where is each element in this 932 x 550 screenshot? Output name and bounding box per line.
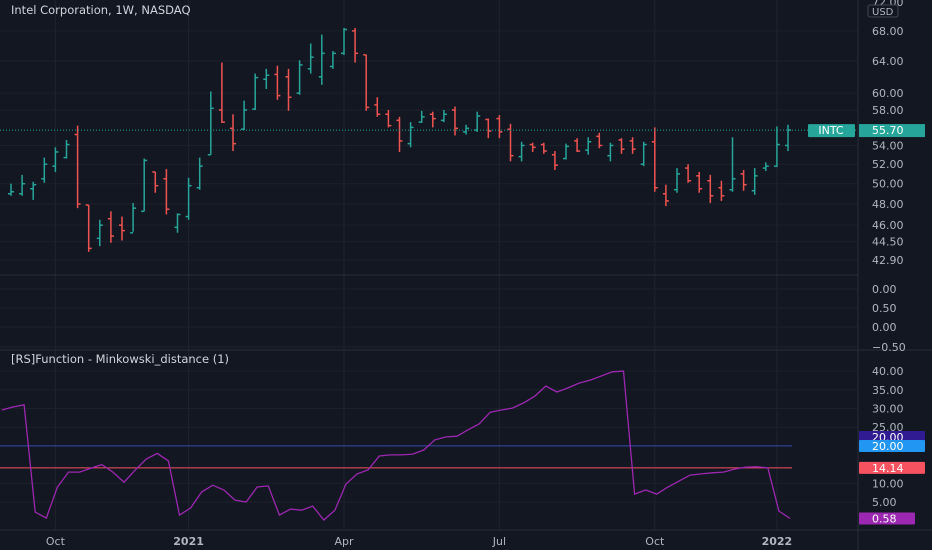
price-axis-label: 42.90	[872, 254, 904, 267]
price-axis-label: 64.00	[872, 55, 904, 68]
time-axis-label: Oct	[46, 535, 66, 548]
price-axis-label: 48.00	[872, 198, 904, 211]
price-axis-label: 52.00	[872, 158, 904, 171]
mid-axis-label: 0.00	[872, 283, 897, 296]
indicator-axis-label: 5.00	[872, 496, 897, 509]
time-axis-label: 2021	[173, 535, 204, 548]
indicator-title[interactable]: [RS]Function - Minkowski_distance (1)	[11, 352, 229, 366]
price-axis-label: 46.00	[872, 219, 904, 232]
indicator-value-text: 14.14	[872, 462, 904, 475]
chart-title[interactable]: Intel Corporation, 1W, NASDAQ	[11, 3, 191, 17]
price-axis-label: 68.00	[872, 25, 904, 38]
time-axis-label: Jul	[492, 535, 506, 548]
indicator-axis-label: 35.00	[872, 384, 904, 397]
price-axis-label: 50.00	[872, 178, 904, 191]
indicator-axis-label: 40.00	[872, 365, 904, 378]
indicator-axis-label: 10.00	[872, 477, 904, 490]
currency-label: USD	[872, 7, 894, 18]
mid-axis-label: 0.50	[872, 302, 897, 315]
symbol-badge-text: INTC	[818, 124, 844, 137]
trading-chart[interactable]: Oct 2021 Apr Jul Oct 2022 68.00 64.00 60.00 58.00…	[0, 0, 932, 550]
last-price-text: 55.70	[872, 124, 904, 137]
price-axis-label: 58.00	[872, 104, 904, 117]
indicator-axis-label: 30.00	[872, 403, 904, 416]
time-axis-label: Oct	[645, 535, 665, 548]
price-axis-label: 54.00	[872, 139, 904, 152]
time-axis-label: Apr	[334, 535, 354, 548]
price-axis-label: 44.50	[872, 236, 904, 249]
indicator-value-text: 0.58	[872, 513, 897, 526]
price-axis-label: 60.00	[872, 87, 904, 100]
time-axis-label: 2022	[762, 535, 793, 548]
mid-axis-label: 0.00	[872, 321, 897, 334]
indicator-value-text: 20.00	[872, 440, 904, 453]
mid-axis-label: −0.50	[872, 341, 906, 354]
